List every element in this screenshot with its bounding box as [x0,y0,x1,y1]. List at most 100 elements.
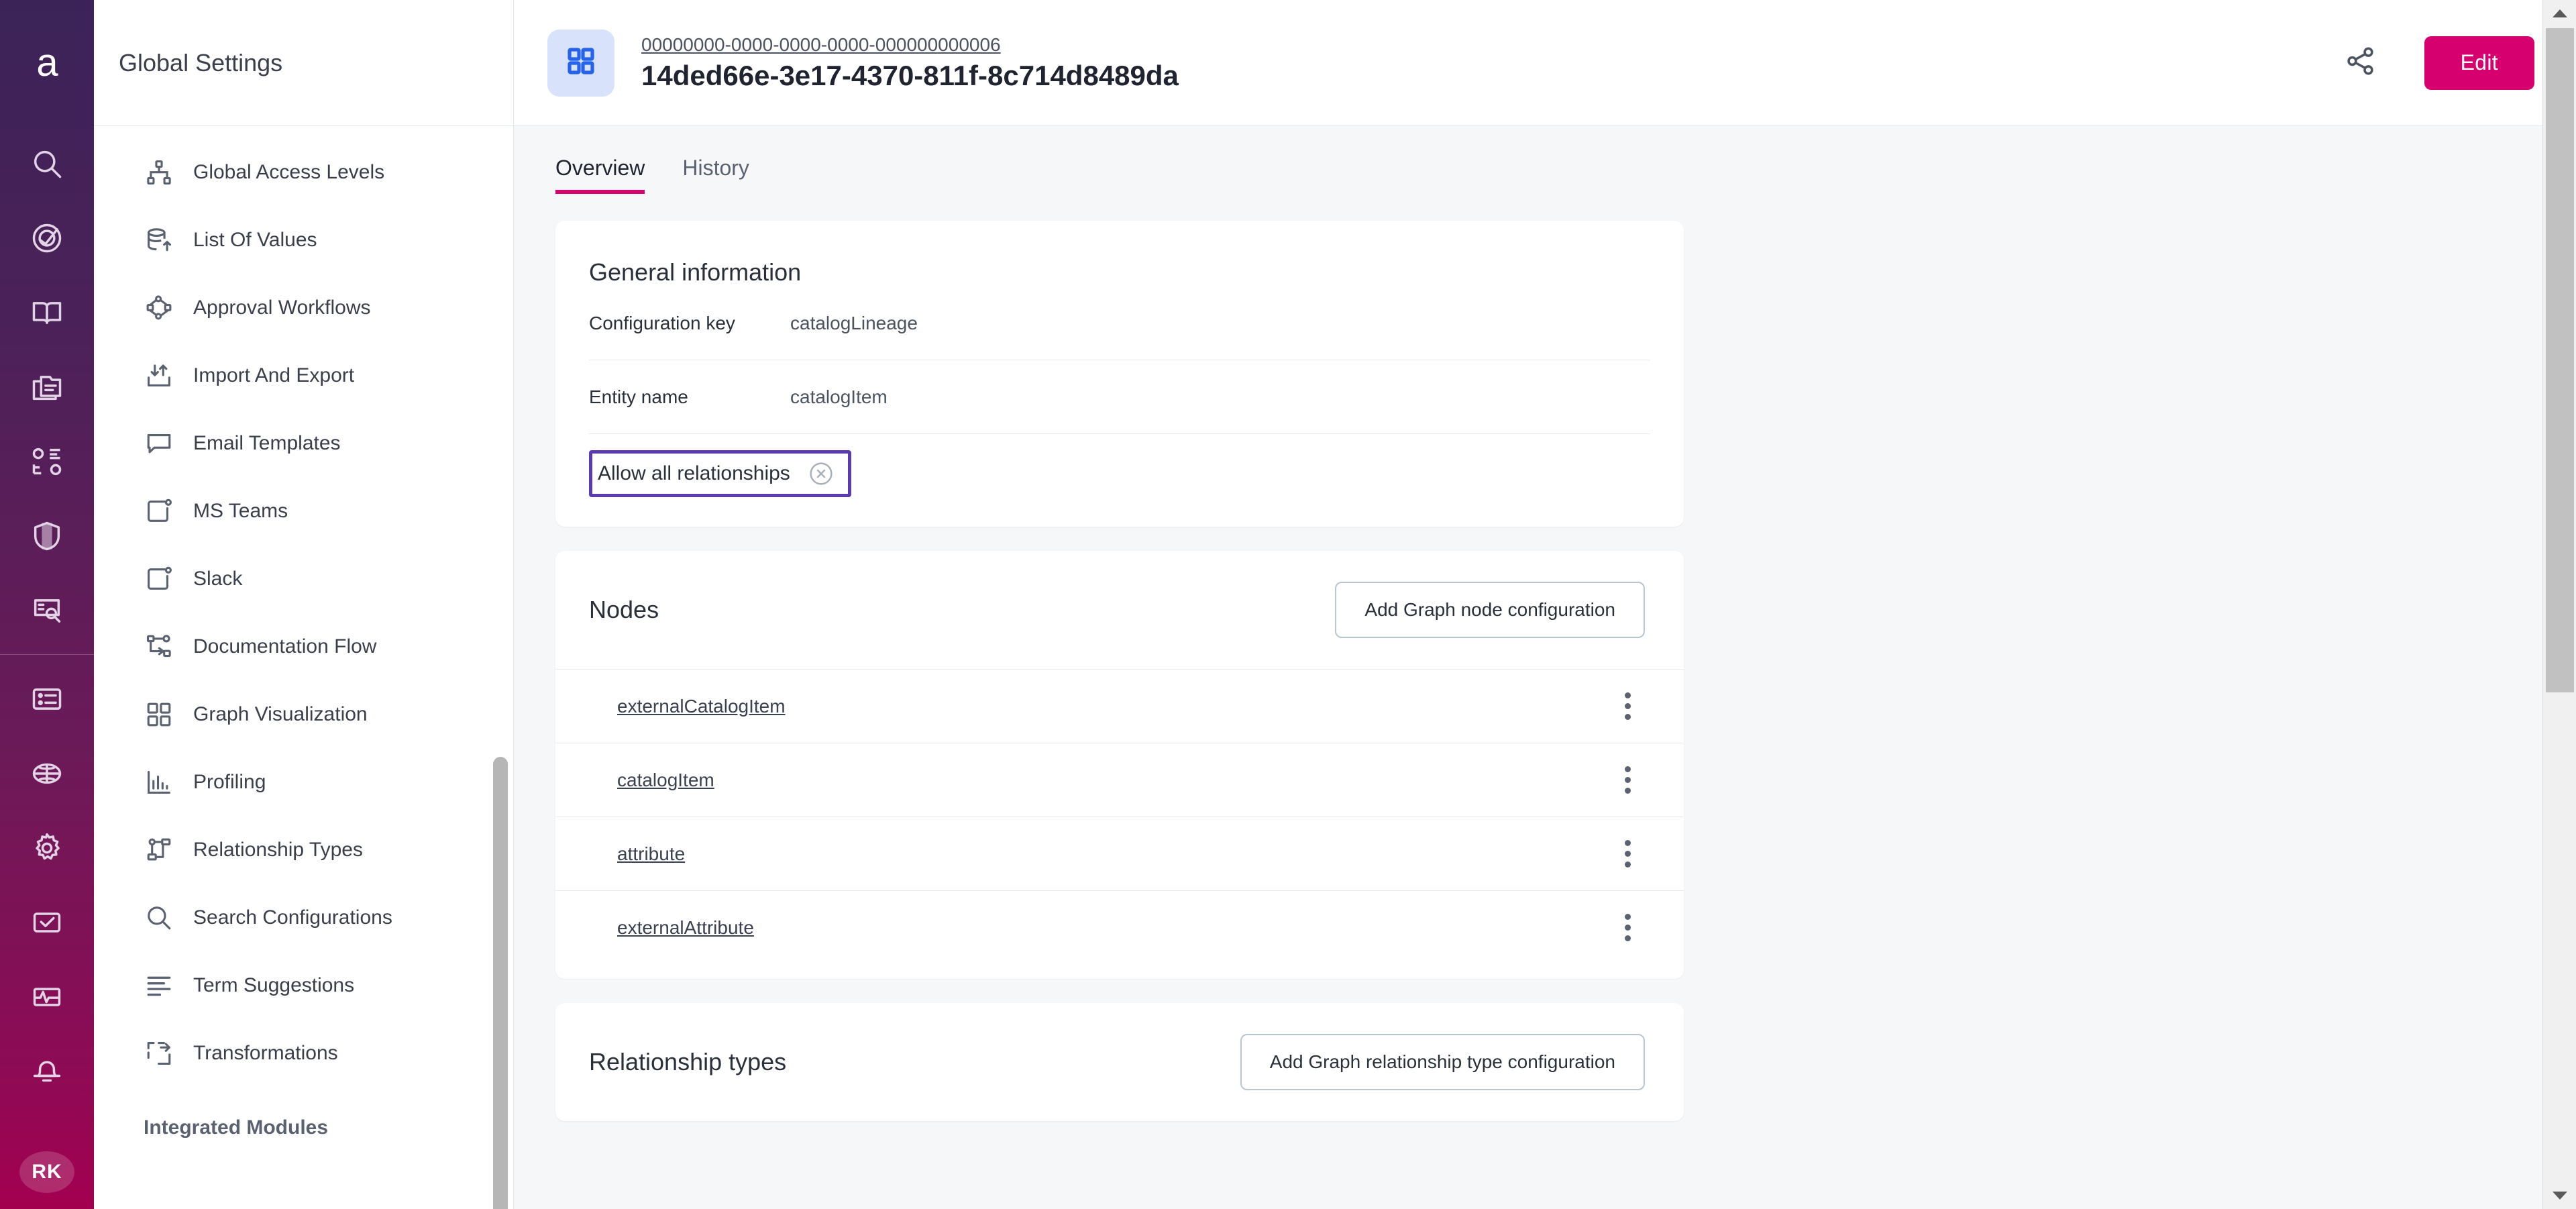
rail-data-objects-button[interactable] [0,424,94,498]
kebab-menu-icon[interactable] [1613,913,1642,943]
grid-squares-icon [565,45,597,81]
entity-title: 14ded66e-3e17-4370-811f-8c714d8489da [641,60,1179,92]
sidebar-item-email-templates[interactable]: Email Templates [94,409,513,477]
sidebar-item-approval-workflows[interactable]: Approval Workflows [94,274,513,341]
sidebar-scrollbar-thumb[interactable] [493,757,508,1209]
sidebar-item-global-access-levels[interactable]: Global Access Levels [94,138,513,206]
add-graph-relationship-type-configuration-button[interactable]: Add Graph relationship type configuratio… [1240,1034,1645,1090]
shield-icon [30,519,64,554]
sidebar-item-label: Email Templates [193,432,341,455]
sidebar-item-label: Global Access Levels [193,161,384,184]
database-icon [144,225,174,256]
rail-approvals-button[interactable] [0,885,94,959]
sidebar-section-integrated-modules: Integrated Modules [94,1116,513,1139]
content-scroll-area: Overview History General information Con… [514,126,2576,1209]
kebab-menu-icon[interactable] [1613,692,1642,721]
avatar[interactable]: RK [19,1151,74,1193]
tab-overview[interactable]: Overview [555,156,645,194]
node-name-link[interactable]: catalogItem [617,770,714,791]
sidebar-item-term-suggestions[interactable]: Term Suggestions [94,951,513,1019]
rail-settings-button[interactable] [0,810,94,885]
sidebar-header: Global Settings [94,0,513,126]
transform-icon [144,1038,174,1069]
rail-policies-button[interactable] [0,498,94,573]
rail-search-button[interactable] [0,126,94,201]
rail-glossary-button[interactable] [0,275,94,350]
rail-footer: RK [19,1142,74,1209]
workflow-icon [144,293,174,323]
rail-notifications-button[interactable] [0,1034,94,1108]
window-scrollbar[interactable] [2542,0,2576,1209]
query-icon [30,593,64,628]
sidebar-item-slack[interactable]: Slack [94,545,513,613]
node-name-link[interactable]: attribute [617,843,685,865]
globe-icon [30,756,64,791]
sidebar-item-ms-teams[interactable]: MS Teams [94,477,513,545]
sidebar-item-relationship-types[interactable]: Relationship Types [94,816,513,884]
table-row[interactable]: externalAttribute [555,890,1684,964]
sidebar-item-import-and-export[interactable]: Import And Export [94,341,513,409]
chat-icon [144,428,174,459]
node-name-link[interactable]: externalAttribute [617,917,754,939]
sidebar-item-transformations[interactable]: Transformations [94,1019,513,1087]
nodes-card: Nodes Add Graph node configuration exter… [555,551,1684,979]
rail-divider [0,654,94,655]
settings-sidebar: Global Settings Global Access Levels Lis… [94,0,514,1209]
rail-icon-list [0,126,94,1108]
approve-icon [30,905,64,940]
primary-nav-rail: a [0,0,94,1209]
flow-icon [144,631,174,662]
scroll-up-button[interactable] [2543,0,2576,27]
monitor-icon [30,980,64,1014]
scroll-down-button[interactable] [2543,1182,2576,1209]
gear-icon [30,831,64,865]
node-name-link[interactable]: externalCatalogItem [617,696,786,717]
table-row[interactable]: catalogItem [555,743,1684,817]
relationship-types-header: Relationship types Add Graph relationshi… [555,1003,1684,1121]
share-button[interactable] [2341,44,2380,83]
window-scrollbar-thumb[interactable] [2546,28,2574,692]
sidebar-item-label: Relationship Types [193,839,363,861]
rail-tasks-button[interactable] [0,662,94,736]
kebab-menu-icon[interactable] [1613,839,1642,869]
rail-quality-button[interactable] [0,201,94,275]
sidebar-item-label: List Of Values [193,229,317,252]
sidebar-item-search-configurations[interactable]: Search Configurations [94,884,513,951]
bar-chart-icon [144,767,174,798]
cards-container: General information Configuration key ca… [514,194,2576,1121]
sidebar-item-documentation-flow[interactable]: Documentation Flow [94,613,513,680]
entity-type-badge [547,30,614,97]
edit-button[interactable]: Edit [2424,36,2534,90]
sidebar-item-profiling[interactable]: Profiling [94,748,513,816]
info-row-entity-name: Entity name catalogItem [589,360,1650,434]
allow-all-relationships-row: Allow all relationships [589,434,1650,527]
rail-query-button[interactable] [0,573,94,647]
rail-catalog-button[interactable] [0,350,94,424]
entity-header-text: 00000000-0000-0000-0000-000000000006 14d… [641,34,1179,92]
table-row[interactable]: externalCatalogItem [555,669,1684,743]
allow-all-relationships-chip[interactable]: Allow all relationships [589,450,851,497]
table-row[interactable]: attribute [555,817,1684,890]
sidebar-item-label: Approval Workflows [193,297,371,319]
rail-sources-button[interactable] [0,736,94,810]
page-title: Global Settings [119,49,282,77]
app-logo[interactable]: a [0,0,94,126]
kebab-menu-icon[interactable] [1613,766,1642,795]
target-icon [30,221,64,256]
sidebar-item-list-of-values[interactable]: List Of Values [94,206,513,274]
tab-history[interactable]: History [682,156,749,194]
info-label: Entity name [589,386,790,408]
sidebar-scroll-area: Global Access Levels List Of Values Appr… [94,126,513,1209]
sidebar-item-graph-visualization[interactable]: Graph Visualization [94,680,513,748]
nodes-header: Nodes Add Graph node configuration [555,551,1684,669]
add-graph-node-configuration-button[interactable]: Add Graph node configuration [1335,582,1645,638]
share-icon [2344,44,2377,81]
sidebar-item-label: Search Configurations [193,906,392,929]
chevron-down-icon [2553,1192,2567,1200]
circle-x-icon[interactable] [808,460,835,487]
rail-monitoring-button[interactable] [0,959,94,1034]
info-value: catalogItem [790,386,888,408]
sidebar-item-label: Profiling [193,771,266,794]
breadcrumb[interactable]: 00000000-0000-0000-0000-000000000006 [641,34,1179,56]
chevron-up-icon [2553,9,2567,17]
